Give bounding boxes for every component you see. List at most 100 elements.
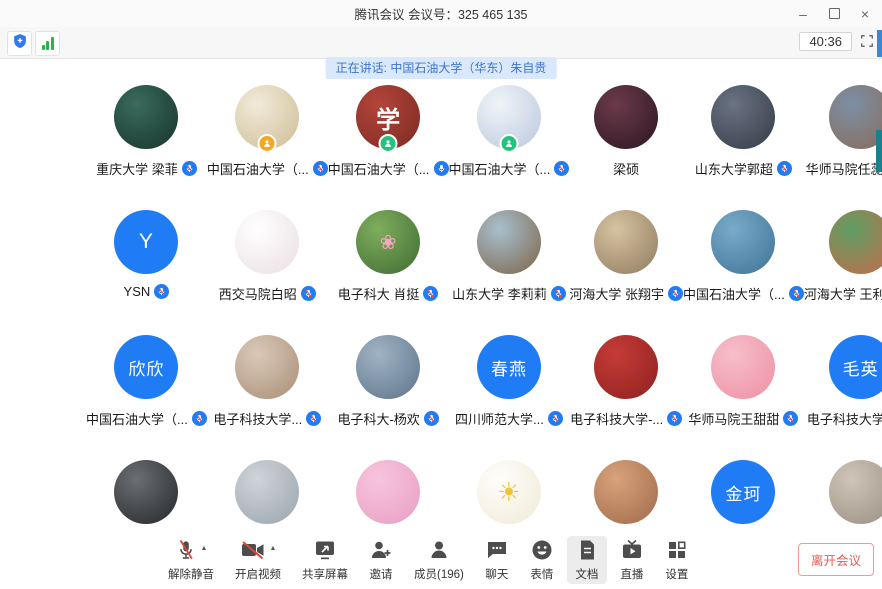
caret-up-icon[interactable]: ▲ — [270, 545, 277, 552]
members-icon — [427, 538, 451, 567]
mic-muted-icon — [551, 286, 566, 301]
emoji-icon — [530, 538, 554, 567]
minimize-button[interactable]: – — [792, 4, 814, 24]
leave-meeting-button[interactable]: 离开会议 — [798, 543, 874, 576]
participant-tile[interactable]: 电子科大-杨欢 — [328, 323, 449, 448]
participant-avatar — [711, 335, 775, 399]
participant-tile[interactable]: 山东大学郭超 — [683, 73, 804, 198]
participant-tile[interactable]: 河海大学 王利利 — [804, 198, 882, 323]
participant-tile[interactable]: 西交马院白昭 — [207, 198, 328, 323]
participant-name-row: 中国石油大学（... — [449, 159, 570, 178]
participant-avatar — [235, 335, 299, 399]
status-bar: 40:36 — [0, 27, 882, 59]
avatar-glyph: 学 — [376, 100, 400, 135]
participant-tile[interactable]: 欣欣中国石油大学（... — [86, 323, 207, 448]
toolbar-item-invite[interactable]: 邀请 — [361, 536, 401, 584]
mic-muted-icon — [668, 286, 683, 301]
toolbar-item-label: 共享屏幕 — [302, 566, 348, 582]
maximize-button[interactable] — [823, 4, 845, 24]
participant-avatar — [114, 85, 178, 149]
toolbar-item-label: 邀请 — [370, 566, 393, 582]
participant-avatar — [114, 460, 178, 524]
participant-tile[interactable]: 春燕四川师范大学... — [449, 323, 570, 448]
mic-muted-icon — [554, 161, 569, 176]
toolbar-item-mic-off[interactable]: ▲解除静音 — [160, 536, 222, 584]
participant-avatar — [235, 85, 299, 149]
participant-name-row: 河海大学 王利利 — [804, 284, 882, 303]
participant-name: 山东大学 李莉莉 — [452, 284, 547, 303]
participant-name: 电子科技大学-... — [570, 409, 663, 428]
toolbar-item-chat[interactable]: 聊天 — [477, 536, 517, 584]
participant-tile[interactable]: 重庆大学 梁菲 — [86, 73, 207, 198]
toolbar-item-camera-off[interactable]: ▲开启视频 — [227, 536, 289, 584]
close-button[interactable]: × — [854, 4, 876, 24]
participant-tile[interactable]: 电子科技大学-... — [569, 323, 683, 448]
live-icon — [620, 538, 644, 567]
participant-tile[interactable]: 华师马院王甜甜 — [683, 323, 804, 448]
participant-tile[interactable]: 中国石油大学（... — [207, 73, 328, 198]
participant-avatar — [356, 460, 420, 524]
mic-muted-icon — [301, 286, 316, 301]
participant-avatar — [477, 85, 541, 149]
green-person-badge — [499, 134, 518, 153]
participant-tile[interactable]: 河海大学 张翔宇 — [569, 198, 683, 323]
participant-name-row: 山东大学郭超 — [695, 159, 792, 178]
participant-name-row: 中国石油大学（... — [683, 284, 804, 303]
participant-avatar — [235, 210, 299, 274]
green-person-badge — [379, 134, 398, 153]
mic-muted-icon — [313, 161, 328, 176]
network-quality-button[interactable] — [35, 31, 60, 56]
participant-avatar — [829, 460, 882, 524]
participant-name-row: 河海大学 张翔宇 — [569, 284, 683, 303]
participant-avatar — [356, 335, 420, 399]
participant-avatar — [594, 460, 658, 524]
caret-up-icon[interactable]: ▲ — [201, 545, 208, 552]
participant-tile[interactable]: 山东大学 李莉莉 — [449, 198, 570, 323]
bottom-toolbar: ▲解除静音▲开启视频共享屏幕 邀请 成员(196) 聊天表情文档直播设置 离开会议 — [0, 535, 882, 589]
toolbar-item-share-screen[interactable]: 共享屏幕 — [294, 536, 356, 584]
participant-tile[interactable]: 学中国石油大学（... — [328, 73, 449, 198]
participant-name-row: 中国石油大学（... — [207, 159, 328, 178]
mic-muted-icon — [783, 411, 798, 426]
participant-avatar — [829, 210, 882, 274]
participant-name-row: 电子科技大学 毛英 — [807, 409, 882, 428]
network-signal-icon — [42, 37, 54, 50]
toolbar-item-members[interactable]: 成员(196) — [406, 536, 472, 584]
participant-tile[interactable]: 中国石油大学（... — [449, 73, 570, 198]
participant-name-row: 电子科大-杨欢 — [337, 409, 438, 428]
participant-tile[interactable]: 华师马院任蕊鑫 — [804, 73, 882, 198]
toolbar-item-emoji[interactable]: 表情 — [522, 536, 562, 584]
participant-avatar: 金珂 — [711, 460, 775, 524]
toolbar-item-label: 表情 — [530, 566, 553, 582]
participant-name-row: 华师马院任蕊鑫 — [806, 159, 882, 178]
side-panel-handle-top[interactable] — [877, 30, 882, 57]
mic-muted-icon — [182, 161, 197, 176]
toolbar-item-label: 设置 — [665, 566, 688, 582]
participant-tile[interactable]: 中国石油大学（... — [683, 198, 804, 323]
participant-tile[interactable]: YYSN — [86, 198, 207, 323]
mic-muted-icon — [548, 411, 563, 426]
mic-muted-icon — [423, 286, 438, 301]
security-shield-button[interactable] — [7, 31, 32, 56]
participant-avatar — [594, 210, 658, 274]
participant-name-row: 重庆大学 梁菲 — [96, 159, 197, 178]
participant-name-row: YSN — [124, 284, 170, 299]
chat-icon — [485, 538, 509, 567]
toolbar-item-document[interactable]: 文档 — [567, 536, 607, 584]
participant-name: 电子科技大学 毛英 — [807, 409, 882, 428]
fullscreen-button[interactable] — [858, 34, 876, 52]
toolbar-item-live[interactable]: 直播 — [612, 536, 652, 584]
toolbar-item-settings[interactable]: 设置 — [657, 536, 697, 584]
participant-tile[interactable]: 毛英电子科技大学 毛英 — [804, 323, 882, 448]
participant-tile[interactable]: 梁硕 — [569, 73, 683, 198]
participant-name: 河海大学 张翔宇 — [569, 284, 664, 303]
participant-name: 重庆大学 梁菲 — [96, 159, 178, 178]
participant-name-row: 梁硕 — [613, 159, 639, 178]
participant-tile[interactable]: 电子科技大学... — [207, 323, 328, 448]
title-bar: 腾讯会议 会议号：325 465 135 – × — [0, 0, 882, 27]
mic-active-icon — [434, 161, 449, 176]
participant-avatar — [594, 335, 658, 399]
side-panel-handle[interactable] — [876, 130, 882, 172]
toolbar-item-label: 成员(196) — [414, 566, 464, 582]
participant-tile[interactable]: ❀电子科大 肖挺 — [328, 198, 449, 323]
